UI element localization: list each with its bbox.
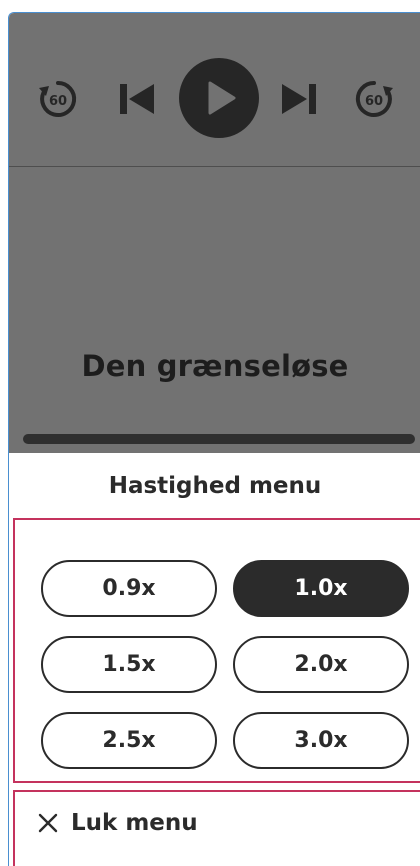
- skip-back-60-button[interactable]: 60: [36, 77, 80, 121]
- speed-option-2-0x[interactable]: 2.0x: [233, 636, 409, 693]
- skip-forward-seconds: 60: [365, 94, 383, 109]
- controls-divider: [9, 166, 420, 167]
- player-area: 60 60 Den grænseløse: [9, 13, 420, 453]
- play-icon: [208, 81, 236, 115]
- speed-menu-title: Hastighed menu: [108, 473, 322, 499]
- playback-controls: 60 60: [9, 13, 420, 167]
- skip-back-seconds: 60: [49, 94, 67, 109]
- progress-bar[interactable]: [23, 434, 415, 444]
- speed-options-group: 0.9x 1.0x 1.5x 2.0x 2.5x 3.0x: [13, 518, 420, 783]
- previous-track-button[interactable]: [117, 81, 157, 117]
- skip-forward-60-button[interactable]: 60: [352, 77, 396, 121]
- skip-back-60-icon: 60: [39, 80, 77, 117]
- speed-option-1-0x[interactable]: 1.0x: [233, 560, 409, 617]
- play-button[interactable]: [179, 58, 259, 138]
- close-menu-group: Luk menu: [13, 790, 420, 866]
- speed-option-1-5x[interactable]: 1.5x: [41, 636, 217, 693]
- skip-forward-60-icon: 60: [355, 80, 393, 117]
- close-icon: [38, 813, 58, 833]
- episode-title: Den grænseløse: [81, 349, 349, 383]
- close-menu-label: Luk menu: [71, 810, 198, 836]
- app-frame: 60 60 Den grænseløse Hastighed menu 0.9x…: [8, 12, 420, 866]
- speed-option-0-9x[interactable]: 0.9x: [41, 560, 217, 617]
- speed-menu-sheet: Hastighed menu 0.9x 1.0x 1.5x 2.0x 2.5x …: [9, 453, 420, 866]
- previous-track-icon: [120, 84, 154, 114]
- speed-option-3-0x[interactable]: 3.0x: [233, 712, 409, 769]
- next-track-button[interactable]: [279, 81, 319, 117]
- speed-option-2-5x[interactable]: 2.5x: [41, 712, 217, 769]
- close-menu-button[interactable]: Luk menu: [37, 810, 198, 836]
- next-track-icon: [282, 84, 316, 114]
